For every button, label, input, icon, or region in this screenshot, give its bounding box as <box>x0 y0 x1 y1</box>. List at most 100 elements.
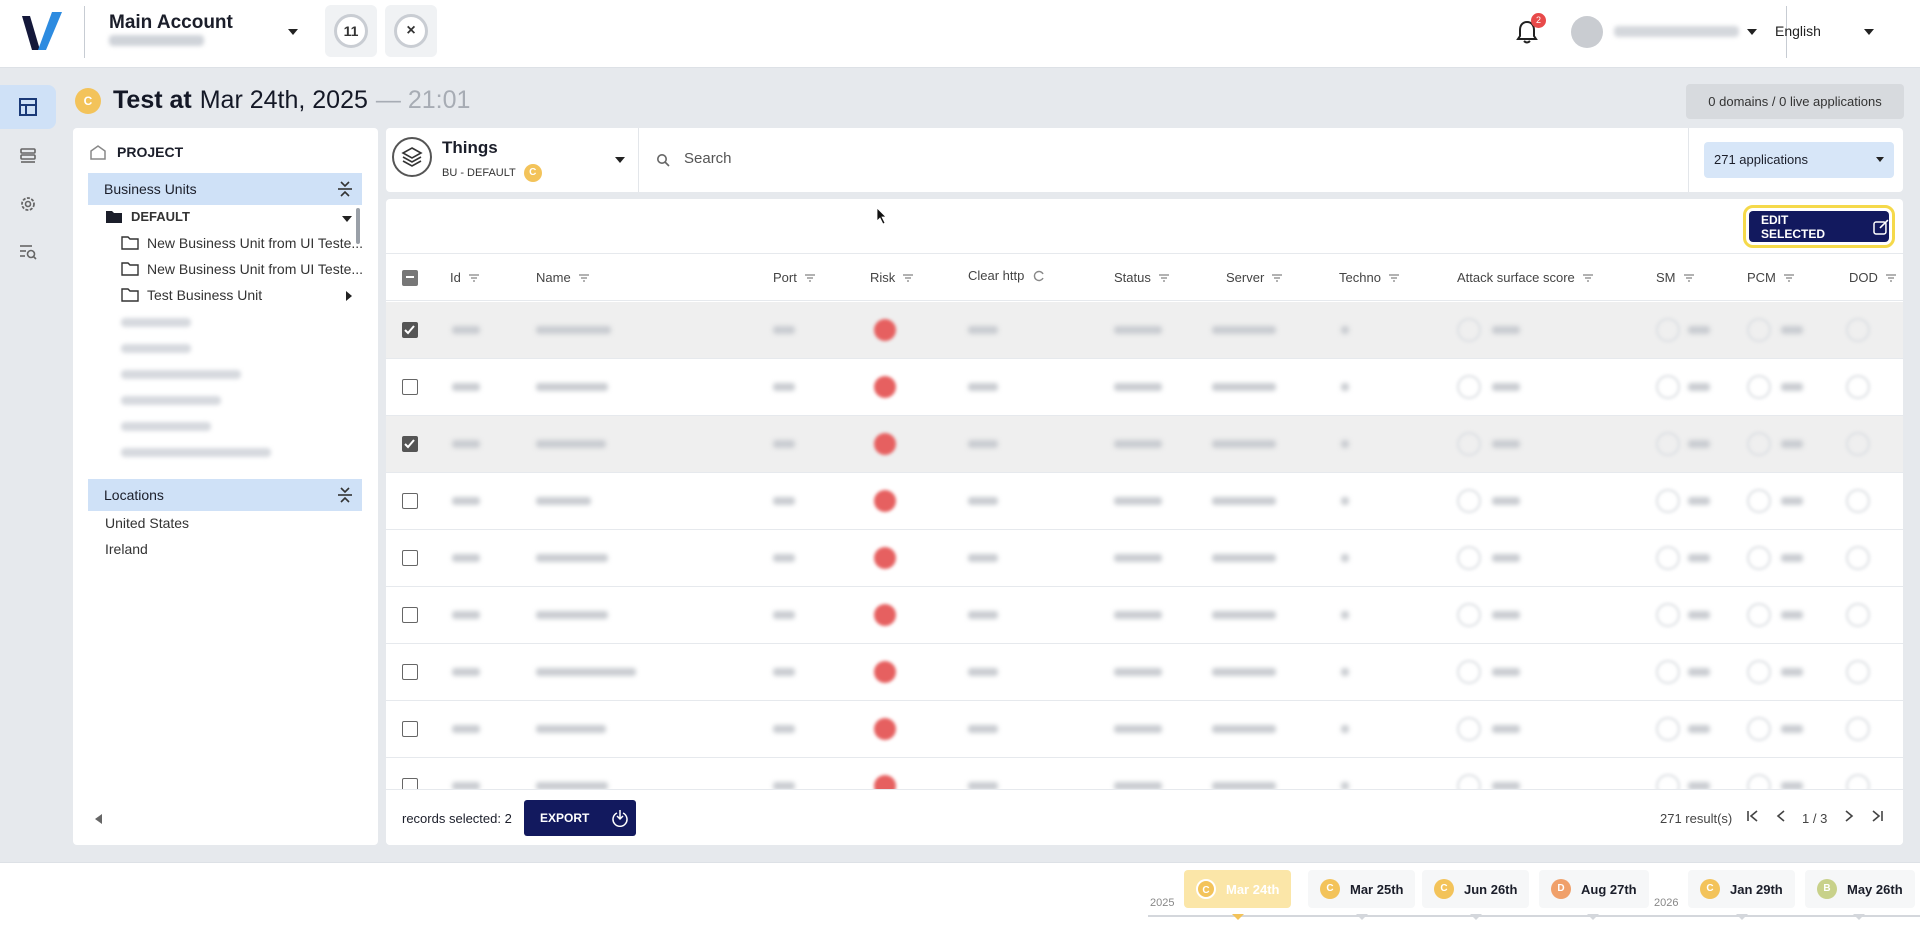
filter-icon[interactable] <box>1582 274 1593 282</box>
account-dropdown-icon[interactable] <box>288 29 298 35</box>
last-page-icon[interactable] <box>1870 808 1884 824</box>
column-header-server[interactable]: Server <box>1226 270 1283 285</box>
applications-select[interactable]: 271 applications <box>1704 142 1894 178</box>
search-input[interactable]: Search <box>684 150 732 167</box>
filter-icon[interactable] <box>578 274 589 282</box>
things-dropdown-icon[interactable] <box>615 157 625 163</box>
tree-item-redacted[interactable] <box>121 422 211 431</box>
filter-icon[interactable] <box>468 274 479 282</box>
brand-logo-icon[interactable] <box>18 10 66 56</box>
snapshot-1[interactable]: C Mar 25th <box>1308 870 1416 908</box>
score-gauge <box>1656 489 1680 513</box>
nav-layers[interactable] <box>0 134 56 178</box>
cell-sm-redacted <box>1688 668 1710 676</box>
timeline-axis <box>1148 915 1920 917</box>
search-list-icon <box>20 245 37 260</box>
filter-icon[interactable] <box>1158 274 1169 282</box>
tree-item-redacted[interactable] <box>121 448 271 457</box>
account-name[interactable]: Main Account <box>109 12 233 34</box>
table-row[interactable] <box>386 302 1903 359</box>
language-dropdown-icon[interactable] <box>1864 29 1874 35</box>
nav-dashboard[interactable] <box>0 85 56 129</box>
tree-scrollbar[interactable] <box>356 208 360 244</box>
user-dropdown-icon[interactable] <box>1747 29 1757 35</box>
snapshot-0[interactable]: C Mar 24th <box>1184 870 1292 908</box>
column-header-clear-http[interactable]: Clear http <box>968 268 1046 283</box>
previous-page-icon[interactable] <box>1774 808 1788 824</box>
table-row[interactable] <box>386 587 1903 644</box>
table-row[interactable] <box>386 473 1903 530</box>
user-name-redacted[interactable] <box>1614 26 1739 37</box>
page-title: C Test at Mar 24th, 2025 — 21:01 <box>75 86 470 115</box>
column-header-risk[interactable]: Risk <box>870 270 914 285</box>
divider <box>1688 128 1689 192</box>
snapshot-4[interactable]: C Jan 29th <box>1688 870 1795 908</box>
row-checkbox[interactable] <box>402 550 418 566</box>
column-header-techno[interactable]: Techno <box>1339 270 1399 285</box>
export-button[interactable]: EXPORT <box>524 800 636 836</box>
tree-item-bu-3[interactable]: Test Business Unit <box>121 287 262 303</box>
tree-item-default[interactable]: DEFAULT <box>105 209 190 224</box>
tree-item-redacted[interactable] <box>121 396 221 405</box>
location-item[interactable]: United States <box>105 515 189 531</box>
refresh-icon[interactable] <box>1032 269 1046 283</box>
row-checkbox[interactable] <box>402 322 418 338</box>
filter-icon[interactable] <box>1388 274 1399 282</box>
filter-icon[interactable] <box>804 274 815 282</box>
collapse-icon[interactable] <box>336 486 354 504</box>
column-header-attack-surface-score[interactable]: Attack surface score <box>1457 270 1593 285</box>
nav-settings[interactable] <box>0 182 56 226</box>
tree-item-bu-2[interactable]: New Business Unit from UI Teste... <box>121 261 363 277</box>
collapse-panel-icon[interactable] <box>95 814 102 824</box>
location-item[interactable]: Ireland <box>105 541 148 557</box>
filter-icon[interactable] <box>1272 274 1283 282</box>
row-checkbox[interactable] <box>402 607 418 623</box>
row-checkbox[interactable] <box>402 379 418 395</box>
search-icon <box>657 154 670 167</box>
table-row[interactable] <box>386 644 1903 701</box>
tree-item-redacted[interactable] <box>121 370 241 379</box>
row-checkbox[interactable] <box>402 436 418 452</box>
tree-item-bu-1[interactable]: New Business Unit from UI Teste... <box>121 235 363 251</box>
tree-item-redacted[interactable] <box>121 344 191 353</box>
tree-expand-right-icon[interactable] <box>346 291 352 301</box>
locations-section[interactable]: Locations <box>88 479 362 511</box>
column-header-id[interactable]: Id <box>450 270 479 285</box>
snapshot-3[interactable]: D Aug 27th <box>1539 870 1649 908</box>
row-checkbox[interactable] <box>402 664 418 680</box>
row-checkbox[interactable] <box>402 721 418 737</box>
table-row[interactable] <box>386 416 1903 473</box>
select-all-checkbox[interactable] <box>402 270 418 286</box>
things-title[interactable]: Things <box>442 138 498 158</box>
language-selector[interactable]: English <box>1775 23 1821 39</box>
next-page-icon[interactable] <box>1842 808 1856 824</box>
table-row[interactable] <box>386 701 1903 758</box>
edit-selected-button[interactable]: EDIT SELECTED <box>1743 205 1895 248</box>
collapse-icon[interactable] <box>336 180 354 198</box>
snapshot-2[interactable]: C Jun 26th <box>1422 870 1530 908</box>
table-row[interactable] <box>386 530 1903 587</box>
first-page-icon[interactable] <box>1746 808 1760 824</box>
table-row[interactable] <box>386 359 1903 416</box>
filter-icon[interactable] <box>1783 274 1794 282</box>
business-units-section[interactable]: Business Units <box>88 173 362 205</box>
column-header-sm[interactable]: SM <box>1656 270 1694 285</box>
row-checkbox[interactable] <box>402 493 418 509</box>
filter-icon[interactable] <box>1885 274 1896 282</box>
column-header-status[interactable]: Status <box>1114 270 1169 285</box>
column-header-dod[interactable]: DOD <box>1849 270 1896 285</box>
avatar[interactable] <box>1571 16 1603 48</box>
filter-icon[interactable] <box>903 274 914 282</box>
close-session-button[interactable]: × <box>385 5 437 57</box>
snapshot-5[interactable]: B May 26th <box>1805 870 1915 908</box>
counter-button[interactable]: 11 <box>325 5 377 57</box>
filter-icon[interactable] <box>1683 274 1694 282</box>
nav-search-list[interactable] <box>0 230 56 274</box>
column-header-pcm[interactable]: PCM <box>1747 270 1794 285</box>
column-header-port[interactable]: Port <box>773 270 815 285</box>
tree-item-redacted[interactable] <box>121 318 191 327</box>
score-gauge <box>1656 375 1680 399</box>
cell-id-redacted <box>452 383 480 391</box>
tree-expand-icon[interactable] <box>342 216 352 222</box>
column-header-name[interactable]: Name <box>536 270 589 285</box>
